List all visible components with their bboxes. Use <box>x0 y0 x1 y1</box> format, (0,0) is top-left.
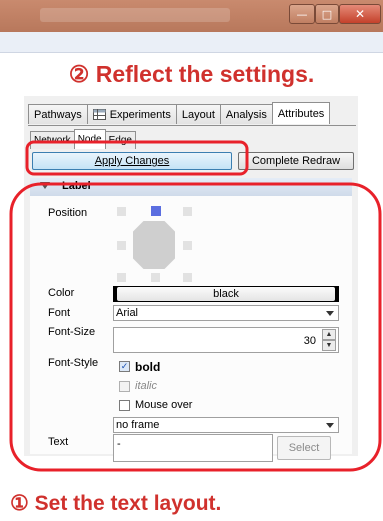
label-section-highlight <box>9 182 382 472</box>
apply-highlight-box <box>25 140 249 176</box>
annotation-overlay <box>9 140 382 472</box>
annotation-set-text-layout: ① Set the text layout. <box>10 492 222 515</box>
